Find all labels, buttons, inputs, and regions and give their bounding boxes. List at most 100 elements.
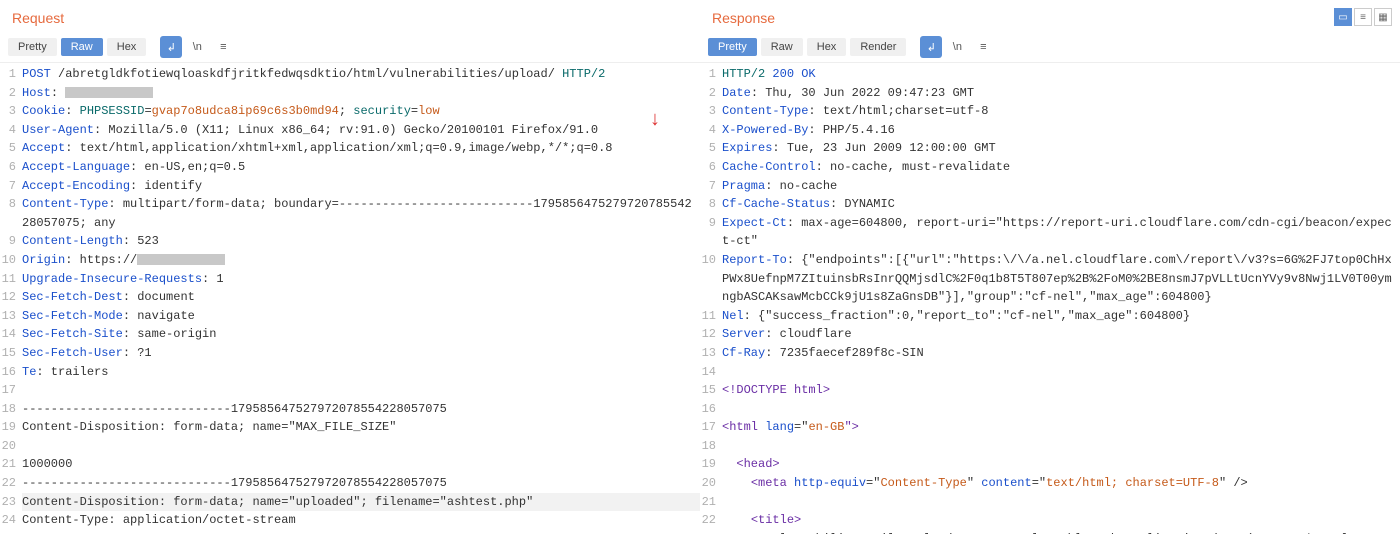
code-line[interactable]: 22-----------------------------179585647… [0, 474, 700, 493]
line-content[interactable]: Origin: https:// [22, 251, 700, 270]
tab-render[interactable]: Render [850, 38, 906, 56]
code-line[interactable]: 12Server: cloudflare [700, 325, 1400, 344]
code-line[interactable]: 1HTTP/2 200 OK [700, 65, 1400, 84]
code-line[interactable]: 2Host: [0, 84, 700, 103]
line-content[interactable]: Content-Disposition: form-data; name="up… [22, 493, 700, 512]
line-content[interactable]: Content-Disposition: form-data; name="MA… [22, 418, 700, 437]
line-content[interactable]: <head> [722, 455, 1400, 474]
tab-hex[interactable]: Hex [807, 38, 847, 56]
line-content[interactable] [22, 381, 700, 400]
code-line[interactable]: 12Sec-Fetch-Dest: document [0, 288, 700, 307]
line-content[interactable]: Accept: text/html,application/xhtml+xml,… [22, 139, 700, 158]
line-content[interactable] [722, 363, 1400, 382]
line-content[interactable]: Cf-Cache-Status: DYNAMIC [722, 195, 1400, 214]
line-content[interactable]: Sec-Fetch-Dest: document [22, 288, 700, 307]
line-content[interactable]: Sec-Fetch-Mode: navigate [22, 307, 700, 326]
line-content[interactable]: Content-Type: multipart/form-data; bound… [22, 195, 700, 232]
code-line[interactable]: 6Accept-Language: en-US,en;q=0.5 [0, 158, 700, 177]
code-line[interactable]: 14 [700, 363, 1400, 382]
code-line[interactable]: 3Content-Type: text/html;charset=utf-8 [700, 102, 1400, 121]
newline-icon[interactable]: \n [946, 36, 968, 58]
line-content[interactable]: User-Agent: Mozilla/5.0 (X11; Linux x86_… [22, 121, 700, 140]
code-line[interactable]: 20 [0, 437, 700, 456]
line-content[interactable]: Accept-Encoding: identify [22, 177, 700, 196]
code-line[interactable]: Vulnerability: File Upload :: Damn Vulne… [700, 530, 1400, 534]
line-content[interactable]: Content-Type: application/octet-stream [22, 511, 700, 530]
line-content[interactable]: Date: Thu, 30 Jun 2022 09:47:23 GMT [722, 84, 1400, 103]
code-line[interactable]: 8Content-Type: multipart/form-data; boun… [0, 195, 700, 232]
code-line[interactable]: 6Cache-Control: no-cache, must-revalidat… [700, 158, 1400, 177]
line-content[interactable]: Accept-Language: en-US,en;q=0.5 [22, 158, 700, 177]
line-content[interactable]: -----------------------------17958564752… [22, 400, 700, 419]
line-content[interactable] [22, 437, 700, 456]
code-line[interactable]: 7Pragma: no-cache [700, 177, 1400, 196]
line-content[interactable]: Content-Type: text/html;charset=utf-8 [722, 102, 1400, 121]
code-line[interactable]: 11Nel: {"success_fraction":0,"report_to"… [700, 307, 1400, 326]
code-line[interactable]: 5Expires: Tue, 23 Jun 2009 12:00:00 GMT [700, 139, 1400, 158]
request-body[interactable]: 1POST /abretgldkfotiewqloaskdfjritkfedwq… [0, 63, 700, 534]
line-content[interactable]: Report-To: {"endpoints":[{"url":"https:\… [722, 251, 1400, 307]
code-line[interactable]: 211000000 [0, 455, 700, 474]
code-line[interactable]: 8Cf-Cache-Status: DYNAMIC [700, 195, 1400, 214]
code-line[interactable]: 23Content-Disposition: form-data; name="… [0, 493, 700, 512]
line-content[interactable]: Expect-Ct: max-age=604800, report-uri="h… [722, 214, 1400, 251]
code-line[interactable]: 24Content-Type: application/octet-stream [0, 511, 700, 530]
code-line[interactable]: 14Sec-Fetch-Site: same-origin [0, 325, 700, 344]
line-content[interactable]: POST /abretgldkfotiewqloaskdfjritkfedwqs… [22, 65, 700, 84]
code-line[interactable]: 17 [0, 381, 700, 400]
tab-hex[interactable]: Hex [107, 38, 147, 56]
line-content[interactable]: Cache-Control: no-cache, must-revalidate [722, 158, 1400, 177]
line-content[interactable]: Te: trailers [22, 363, 700, 382]
line-content[interactable]: <title> [722, 511, 1400, 530]
line-content[interactable] [722, 493, 1400, 512]
line-content[interactable]: Sec-Fetch-User: ?1 [22, 344, 700, 363]
line-content[interactable]: Upgrade-Insecure-Requests: 1 [22, 270, 700, 289]
code-line[interactable]: 5Accept: text/html,application/xhtml+xml… [0, 139, 700, 158]
menu-icon[interactable]: ≡ [972, 36, 994, 58]
code-line[interactable]: 9Expect-Ct: max-age=604800, report-uri="… [700, 214, 1400, 251]
tab-pretty[interactable]: Pretty [8, 38, 57, 56]
line-content[interactable]: Cookie: PHPSESSID=gvap7o8udca8ip69c6s3b0… [22, 102, 700, 121]
code-line[interactable]: 11Upgrade-Insecure-Requests: 1 [0, 270, 700, 289]
code-line[interactable]: 21 [700, 493, 1400, 512]
line-content[interactable]: X-Powered-By: PHP/5.4.16 [722, 121, 1400, 140]
line-content[interactable]: <meta http-equiv="Content-Type" content=… [722, 474, 1400, 493]
code-line[interactable]: 19 <head> [700, 455, 1400, 474]
line-content[interactable]: -----------------------------17958564752… [22, 474, 700, 493]
menu-icon[interactable]: ≡ [212, 36, 234, 58]
code-line[interactable]: 16 [700, 400, 1400, 419]
code-line[interactable]: 1POST /abretgldkfotiewqloaskdfjritkfedwq… [0, 65, 700, 84]
response-body[interactable]: 1HTTP/2 200 OK2Date: Thu, 30 Jun 2022 09… [700, 63, 1400, 534]
code-line[interactable]: 7Accept-Encoding: identify [0, 177, 700, 196]
line-content[interactable]: Pragma: no-cache [722, 177, 1400, 196]
code-line[interactable]: 3Cookie: PHPSESSID=gvap7o8udca8ip69c6s3b… [0, 102, 700, 121]
code-line[interactable]: 22 <title> [700, 511, 1400, 530]
code-line[interactable]: 10Report-To: {"endpoints":[{"url":"https… [700, 251, 1400, 307]
code-line[interactable]: 10Origin: https:// [0, 251, 700, 270]
wrap-lines-icon[interactable]: ↲ [160, 36, 182, 58]
code-line[interactable]: 13Cf-Ray: 7235faecef289f8c-SIN [700, 344, 1400, 363]
code-line[interactable]: 18 [700, 437, 1400, 456]
tab-pretty[interactable]: Pretty [708, 38, 757, 56]
code-line[interactable]: 2Date: Thu, 30 Jun 2022 09:47:23 GMT [700, 84, 1400, 103]
code-line[interactable]: 15Sec-Fetch-User: ?1 [0, 344, 700, 363]
line-content[interactable]: Nel: {"success_fraction":0,"report_to":"… [722, 307, 1400, 326]
line-content[interactable]: Vulnerability: File Upload :: Damn Vulne… [722, 530, 1400, 534]
line-content[interactable]: Sec-Fetch-Site: same-origin [22, 325, 700, 344]
newline-icon[interactable]: \n [186, 36, 208, 58]
line-content[interactable] [722, 437, 1400, 456]
code-line[interactable]: 17<html lang="en-GB"> [700, 418, 1400, 437]
code-line[interactable]: 25 [0, 530, 700, 534]
line-content[interactable]: HTTP/2 200 OK [722, 65, 1400, 84]
line-content[interactable]: 1000000 [22, 455, 700, 474]
code-line[interactable]: 15<!DOCTYPE html> [700, 381, 1400, 400]
tab-raw[interactable]: Raw [61, 38, 103, 56]
code-line[interactable]: 19Content-Disposition: form-data; name="… [0, 418, 700, 437]
code-line[interactable]: 20 <meta http-equiv="Content-Type" conte… [700, 474, 1400, 493]
grid-layout-icon[interactable]: ▦ [1374, 8, 1392, 26]
line-content[interactable]: Host: [22, 84, 700, 103]
code-line[interactable]: 4X-Powered-By: PHP/5.4.16 [700, 121, 1400, 140]
wrap-lines-icon[interactable]: ↲ [920, 36, 942, 58]
line-content[interactable]: Expires: Tue, 23 Jun 2009 12:00:00 GMT [722, 139, 1400, 158]
code-line[interactable]: 13Sec-Fetch-Mode: navigate [0, 307, 700, 326]
